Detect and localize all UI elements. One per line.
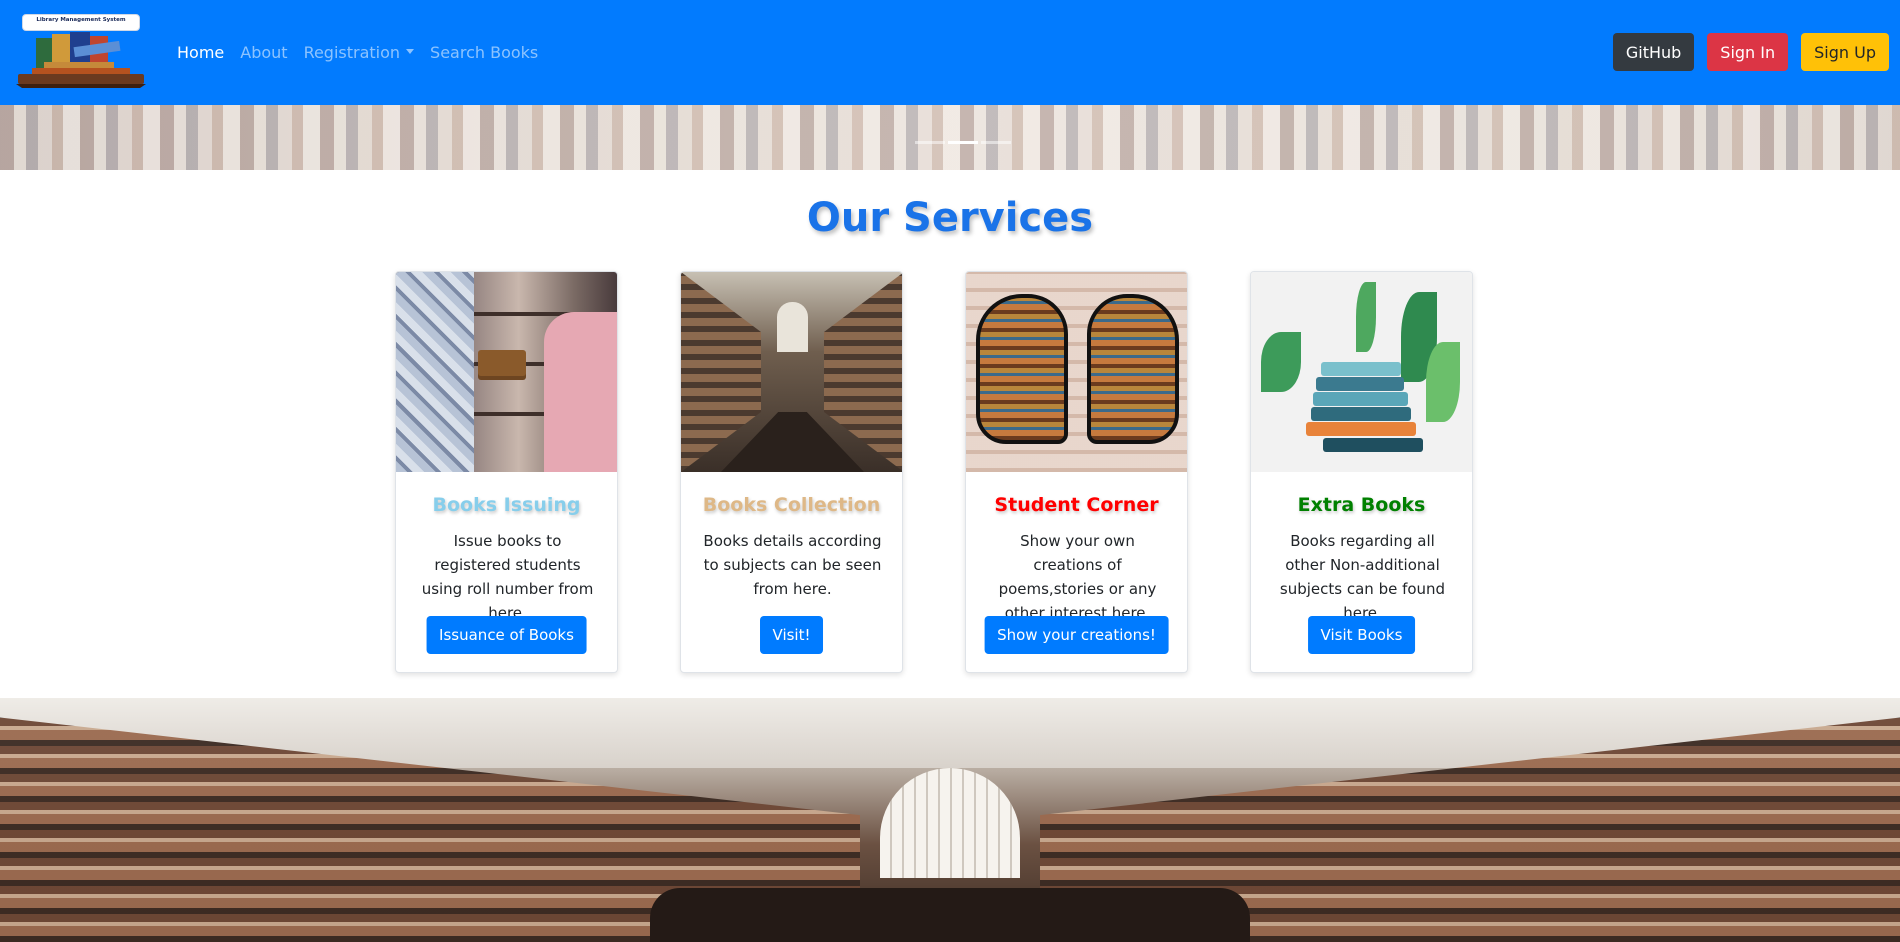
services-cards: Books Issuing Issue books to registered … [395,271,1473,673]
nav-search-books[interactable]: Search Books [430,43,538,62]
card-text: Issue books to registered students using… [421,532,594,622]
nav-about[interactable]: About [240,43,287,62]
logo-label: Library Management System [22,14,140,31]
service-card-student-corner: Student Corner Show your own creations o… [965,271,1188,673]
nav-links: Home About Registration Search Books [177,0,538,105]
sign-in-button[interactable]: Sign In [1707,33,1789,71]
student-corner-image [966,272,1187,472]
carousel-indicator-2[interactable] [948,141,978,144]
visit-button[interactable]: Visit! [759,616,824,654]
card-text: Show your own creations of poems,stories… [998,532,1157,622]
carousel-indicator-1[interactable] [915,141,945,144]
visit-books-button[interactable]: Visit Books [1307,616,1416,654]
services-heading: Our Services [806,195,1094,241]
brand-logo[interactable]: Library Management System [14,12,148,88]
card-text: Books regarding all other Non-additional… [1279,532,1446,622]
carousel-indicator-3[interactable] [981,141,1011,144]
arched-window [880,768,1020,878]
nav-actions: GitHub Sign In Sign Up [1612,33,1889,71]
carousel-indicators [915,141,1011,144]
reading-desk [650,888,1250,942]
books-issuing-image [396,272,617,472]
service-card-books-collection: Books Collection Books details according… [680,271,903,673]
card-title: Student Corner [994,494,1159,516]
card-text: Books details according to subjects can … [703,532,882,598]
issuance-of-books-button[interactable]: Issuance of Books [426,616,587,654]
books-collection-image [681,272,902,472]
extra-books-image [1251,272,1472,472]
card-title: Books Collection [702,494,881,516]
card-title: Books Issuing [432,494,581,516]
service-card-extra-books: Extra Books Books regarding all other No… [1250,271,1473,673]
card-title: Extra Books [1297,494,1426,516]
caret-down-icon [406,49,415,54]
library-hall-banner [0,698,1900,942]
navbar: Library Management System Home About Reg… [0,0,1900,105]
service-card-books-issuing: Books Issuing Issue books to registered … [395,271,618,673]
sign-up-button[interactable]: Sign Up [1801,33,1889,71]
nav-registration-label: Registration [303,43,401,62]
nav-registration-dropdown[interactable]: Registration [303,43,415,62]
show-creations-button[interactable]: Show your creations! [984,616,1169,654]
github-button[interactable]: GitHub [1612,33,1695,71]
carousel-image [0,105,1900,170]
nav-home[interactable]: Home [177,43,224,62]
